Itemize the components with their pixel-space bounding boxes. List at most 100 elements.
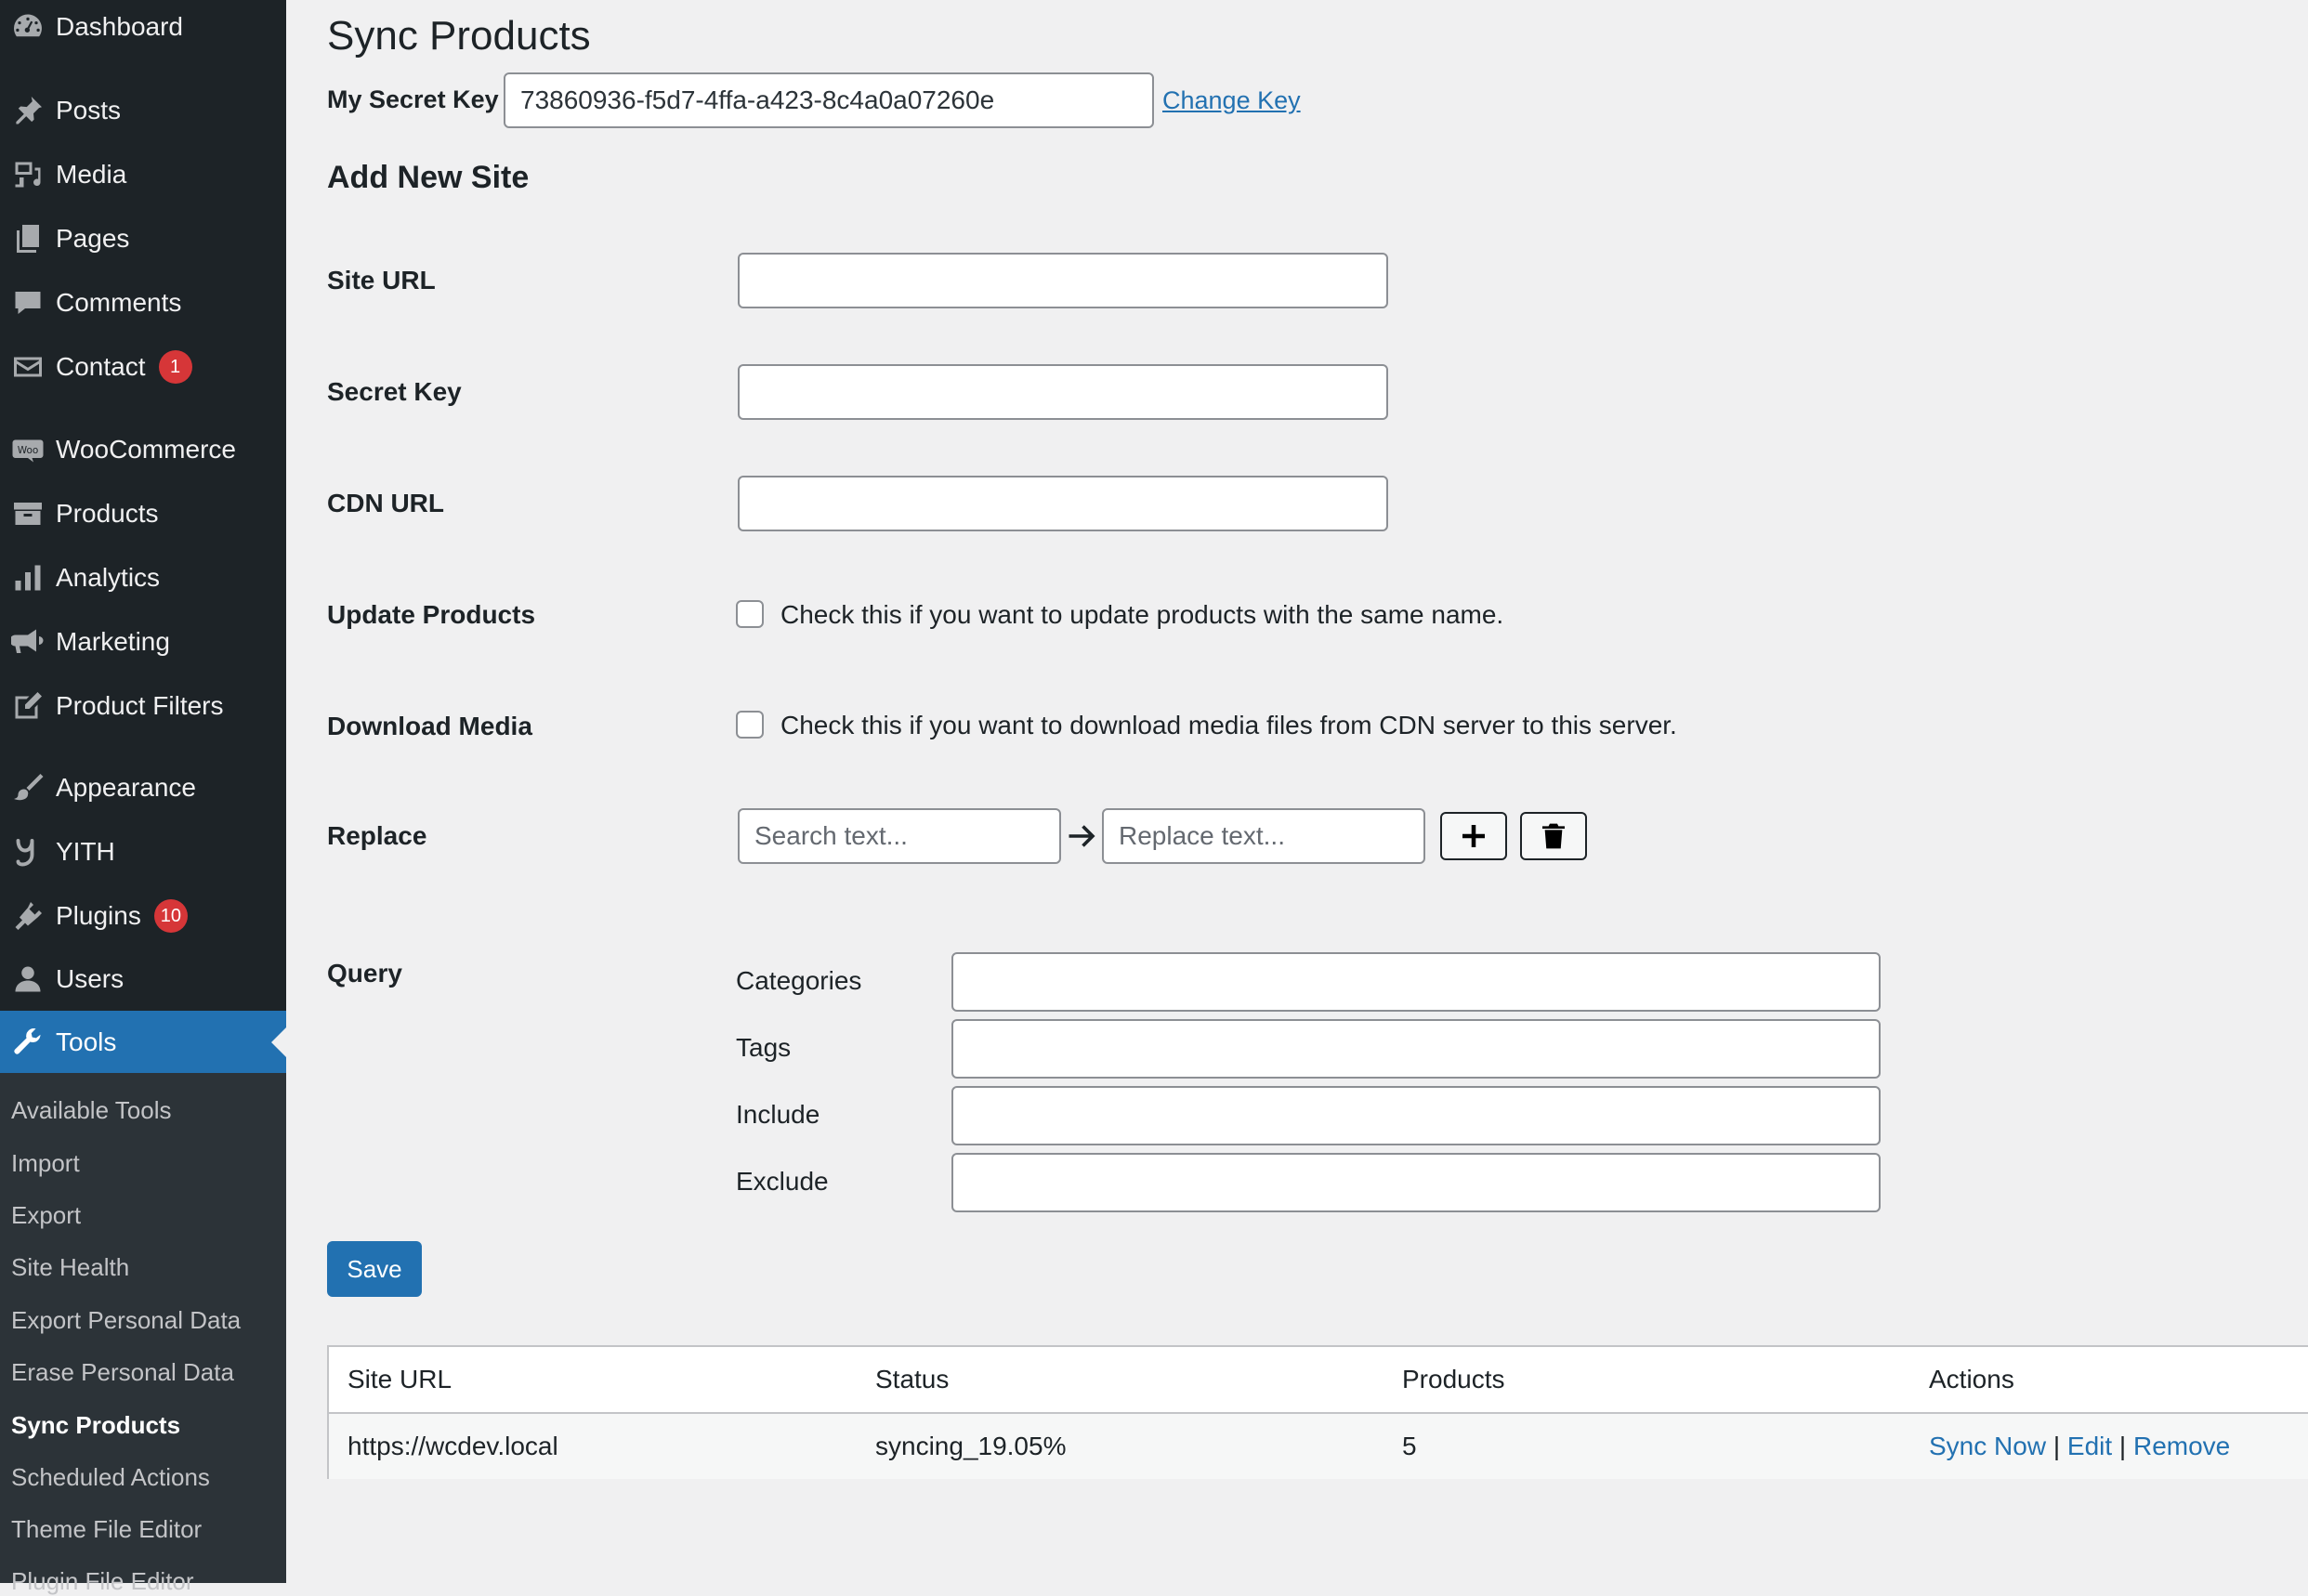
- my-secret-key-label: My Secret Key: [327, 85, 499, 113]
- submenu-export[interactable]: Export: [11, 1201, 81, 1230]
- query-label: Query: [327, 959, 402, 988]
- archive-icon: [0, 487, 56, 541]
- row-products-count: 5: [1402, 1432, 1417, 1460]
- secret-key-label: Secret Key: [327, 377, 462, 406]
- menu-label: Dashboard: [56, 12, 183, 41]
- search-text-input[interactable]: [738, 808, 1061, 864]
- menu-label: Products: [56, 499, 159, 528]
- action-separator: |: [2052, 1432, 2061, 1460]
- page-title: Sync Products: [327, 13, 591, 59]
- svg-text:Woo: Woo: [18, 445, 39, 456]
- menu-label: Marketing: [56, 627, 170, 656]
- menu-item-dashboard[interactable]: Dashboard: [0, 0, 286, 54]
- menu-label: Pages: [56, 224, 130, 253]
- comment-icon: [0, 276, 56, 330]
- row-site-url: https://wcdev.local: [348, 1432, 558, 1460]
- my-secret-key-field[interactable]: [504, 72, 1154, 128]
- add-new-site-heading: Add New Site: [327, 160, 530, 195]
- column-header-status: Status: [875, 1365, 950, 1393]
- menu-item-yith[interactable]: YITH: [0, 825, 286, 879]
- user-icon: [0, 952, 56, 1006]
- tags-input[interactable]: [951, 1019, 1881, 1079]
- submenu-sync-products[interactable]: Sync Products: [11, 1411, 180, 1440]
- include-input[interactable]: [951, 1086, 1881, 1145]
- arrow-right-icon: [1065, 819, 1098, 853]
- menu-item-appearance[interactable]: Appearance: [0, 761, 286, 815]
- pages-icon: [0, 212, 56, 266]
- submenu-site-health[interactable]: Site Health: [11, 1253, 129, 1282]
- menu-label: Analytics: [56, 563, 161, 592]
- tools-submenu: Available Tools Import Export Site Healt…: [0, 1073, 286, 1595]
- row-status: syncing_19.05%: [875, 1432, 1067, 1460]
- download-media-description: Check this if you want to download media…: [780, 711, 1677, 739]
- menu-label: Appearance: [56, 773, 197, 802]
- menu-item-marketing[interactable]: Marketing: [0, 615, 286, 669]
- menu-item-users[interactable]: Users: [0, 952, 286, 1006]
- menu-item-comments[interactable]: Comments: [0, 276, 286, 330]
- menu-item-contact[interactable]: Contact 1: [0, 340, 286, 394]
- submenu-scheduled-actions[interactable]: Scheduled Actions: [11, 1463, 210, 1492]
- exclude-input[interactable]: [951, 1153, 1881, 1212]
- include-label: Include: [736, 1100, 820, 1129]
- menu-label: Contact: [56, 352, 146, 381]
- submenu-plugin-file-editor[interactable]: Plugin File Editor: [11, 1567, 194, 1596]
- action-separator: |: [2118, 1432, 2127, 1460]
- sync-now-link[interactable]: Sync Now: [1929, 1432, 2046, 1460]
- save-button[interactable]: Save: [327, 1241, 422, 1297]
- dashboard-icon: [0, 0, 56, 54]
- secret-key-input[interactable]: [738, 364, 1388, 420]
- replace-text-input[interactable]: [1102, 808, 1425, 864]
- delete-replace-rule-button[interactable]: [1520, 812, 1587, 860]
- submenu-export-personal-data[interactable]: Export Personal Data: [11, 1306, 241, 1335]
- update-products-checkbox[interactable]: [736, 600, 764, 628]
- media-icon: [0, 148, 56, 202]
- add-replace-rule-button[interactable]: [1440, 812, 1507, 860]
- menu-label: Plugins: [56, 901, 141, 930]
- edit-icon: [0, 679, 56, 733]
- menu-label: Tools: [56, 1027, 117, 1056]
- change-key-link[interactable]: Change Key: [1162, 86, 1301, 115]
- cdn-url-input[interactable]: [738, 476, 1388, 531]
- menu-item-tools[interactable]: Tools: [0, 1011, 286, 1074]
- tags-label: Tags: [736, 1033, 792, 1062]
- menu-item-product-filters[interactable]: Product Filters: [0, 679, 286, 733]
- menu-item-posts[interactable]: Posts: [0, 84, 286, 137]
- update-products-description: Check this if you want to update product…: [780, 600, 1504, 629]
- download-media-label: Download Media: [327, 712, 532, 740]
- categories-input[interactable]: [951, 952, 1881, 1012]
- bar-chart-icon: [0, 551, 56, 605]
- submenu-available-tools[interactable]: Available Tools: [11, 1096, 172, 1125]
- replace-label: Replace: [327, 821, 427, 850]
- site-url-input[interactable]: [738, 253, 1388, 308]
- yith-icon: [0, 825, 56, 879]
- cdn-url-label: CDN URL: [327, 489, 444, 517]
- woo-icon: Woo: [0, 423, 56, 477]
- column-header-site-url: Site URL: [348, 1365, 452, 1393]
- menu-label: Posts: [56, 96, 122, 124]
- edit-link[interactable]: Edit: [2067, 1432, 2112, 1460]
- table-row: https://wcdev.local syncing_19.05% 5 Syn…: [329, 1414, 2308, 1479]
- submenu-erase-personal-data[interactable]: Erase Personal Data: [11, 1358, 234, 1387]
- menu-item-woocommerce[interactable]: Woo WooCommerce: [0, 423, 286, 477]
- mail-icon: [0, 340, 56, 394]
- menu-item-products[interactable]: Products: [0, 487, 286, 541]
- megaphone-icon: [0, 615, 56, 669]
- download-media-checkbox[interactable]: [736, 711, 764, 739]
- brush-icon: [0, 761, 56, 815]
- menu-label: YITH: [56, 837, 115, 866]
- menu-item-pages[interactable]: Pages: [0, 212, 286, 266]
- menu-label: Product Filters: [56, 691, 224, 720]
- menu-label: Media: [56, 160, 127, 189]
- plus-icon: [1462, 825, 1485, 847]
- plugins-update-badge: 10: [153, 899, 188, 933]
- submenu-import[interactable]: Import: [11, 1149, 80, 1178]
- submenu-theme-file-editor[interactable]: Theme File Editor: [11, 1515, 202, 1544]
- menu-item-analytics[interactable]: Analytics: [0, 551, 286, 605]
- contact-count-badge: 1: [158, 350, 192, 384]
- pin-icon: [0, 84, 56, 137]
- menu-label: Comments: [56, 288, 182, 317]
- remove-link[interactable]: Remove: [2133, 1432, 2230, 1460]
- categories-label: Categories: [736, 966, 862, 995]
- menu-item-plugins[interactable]: Plugins 10: [0, 889, 286, 943]
- menu-item-media[interactable]: Media: [0, 148, 286, 202]
